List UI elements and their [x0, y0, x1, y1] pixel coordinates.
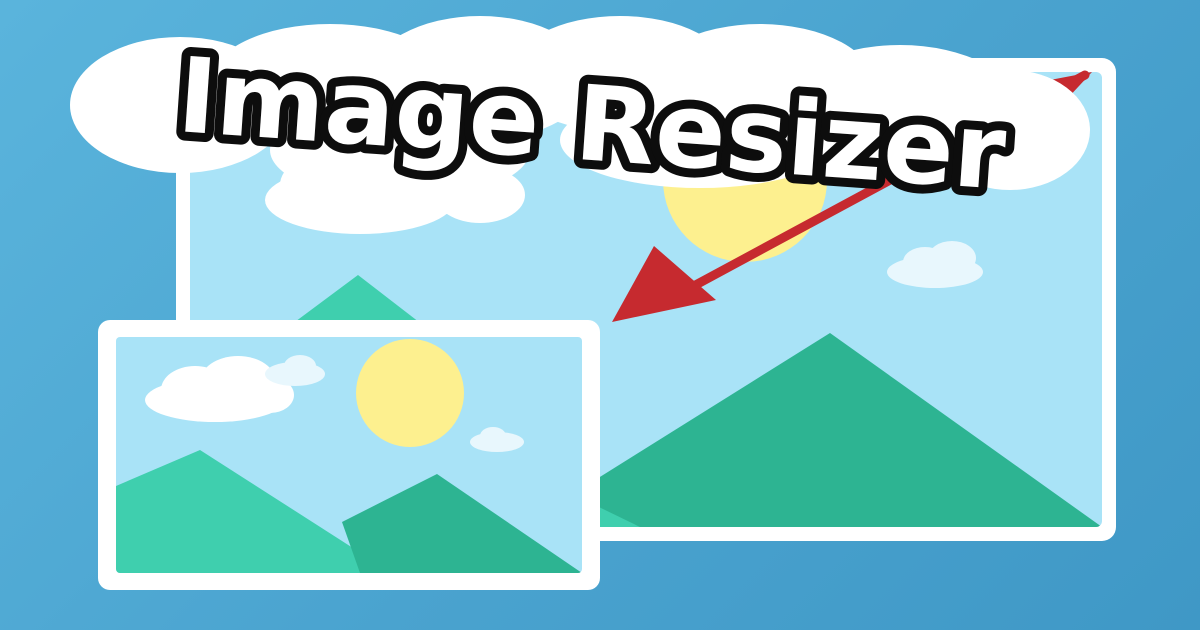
banner-illustration: Image Resizer Image Resizer — [70, 16, 1116, 590]
small-picture-sun — [356, 339, 464, 447]
image-resizer-banner: Image Resizer Image Resizer — [0, 0, 1200, 630]
small-picture-icon — [98, 320, 600, 590]
